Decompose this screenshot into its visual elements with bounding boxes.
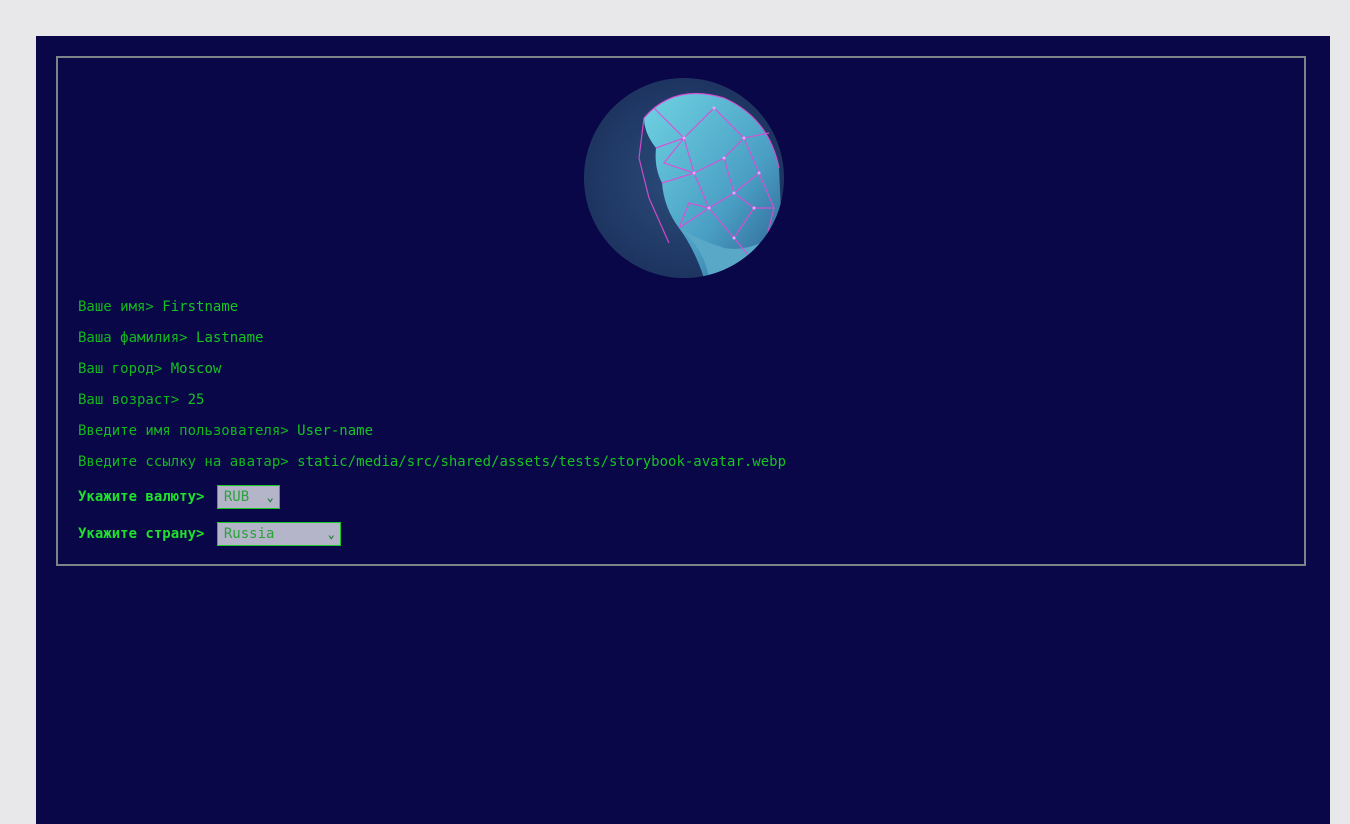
- country-row: Укажите страну> Russia ⌄: [78, 522, 341, 546]
- chevron-down-icon: ⌄: [266, 490, 274, 504]
- field-value[interactable]: static/media/src/shared/assets/tests/sto…: [297, 454, 786, 470]
- field-age[interactable]: Ваш возраст> 25: [78, 389, 204, 411]
- profile-card: Ваше имя> Firstname Ваша фамилия> Lastna…: [56, 56, 1306, 566]
- country-label: Укажите страну>: [78, 526, 205, 542]
- chevron-down-icon: ⌄: [327, 527, 335, 541]
- app-container: Ваше имя> Firstname Ваша фамилия> Lastna…: [36, 36, 1330, 824]
- currency-value: RUB: [223, 489, 250, 505]
- field-value[interactable]: Firstname: [162, 299, 238, 315]
- field-label: Ваш город>: [78, 361, 163, 377]
- field-value[interactable]: User-name: [297, 423, 373, 439]
- field-lastname[interactable]: Ваша фамилия> Lastname: [78, 327, 263, 349]
- field-username[interactable]: Введите имя пользователя> User-name: [78, 420, 373, 442]
- field-label: Ваш возраст>: [78, 392, 180, 408]
- currency-label: Укажите валюту>: [78, 489, 205, 505]
- statue-avatar-image: [584, 78, 784, 278]
- avatar: [584, 78, 784, 278]
- field-label: Введите имя пользователя>: [78, 423, 289, 439]
- field-firstname[interactable]: Ваше имя> Firstname: [78, 296, 238, 318]
- field-label: Ваша фамилия>: [78, 330, 188, 346]
- currency-row: Укажите валюту> RUB ⌄: [78, 485, 280, 509]
- field-label: Введите ссылку на аватар>: [78, 454, 289, 470]
- country-value: Russia: [223, 526, 275, 542]
- field-value[interactable]: Lastname: [196, 330, 263, 346]
- country-select[interactable]: Russia ⌄: [216, 522, 341, 546]
- field-value[interactable]: Moscow: [171, 361, 222, 377]
- field-value[interactable]: 25: [188, 392, 205, 408]
- field-avatar-link[interactable]: Введите ссылку на аватар> static/media/s…: [78, 451, 786, 473]
- currency-select[interactable]: RUB ⌄: [216, 485, 280, 509]
- field-city[interactable]: Ваш город> Moscow: [78, 358, 221, 380]
- field-label: Ваше имя>: [78, 299, 154, 315]
